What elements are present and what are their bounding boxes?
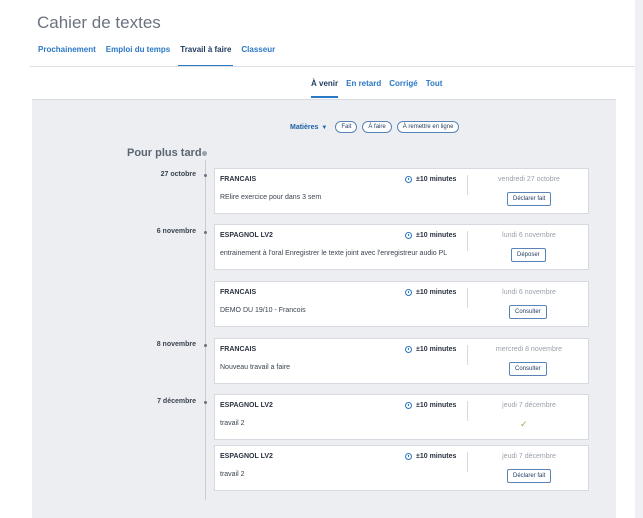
right-scroll-strip bbox=[635, 0, 643, 518]
date-label: 8 novembre bbox=[156, 341, 196, 348]
card-divider bbox=[467, 231, 468, 251]
clock-icon bbox=[405, 346, 412, 353]
card-divider bbox=[467, 288, 468, 308]
card-duration-label: ±10 minutes bbox=[416, 289, 457, 296]
clock-icon bbox=[405, 176, 412, 183]
tab-travail-a-faire[interactable]: Travail à faire bbox=[178, 45, 234, 67]
card-divider bbox=[467, 401, 468, 421]
view-button[interactable]: Consulter bbox=[509, 305, 547, 319]
homework-card[interactable]: ESPAGNOL LV2 travail 2 ±10 minutes jeudi… bbox=[214, 394, 589, 440]
card-divider bbox=[467, 175, 468, 195]
clock-icon bbox=[405, 232, 412, 239]
caret-down-icon: ▼ bbox=[321, 124, 328, 131]
date-marker bbox=[204, 401, 207, 404]
page: Cahier de textes Prochainement Emploi du… bbox=[0, 0, 635, 518]
sub-tabs: À venir En retard Corrigé Tout bbox=[311, 79, 450, 98]
card-due-date: jeudi 7 décembre bbox=[502, 402, 556, 409]
upload-button[interactable]: Déposer bbox=[511, 248, 546, 262]
card-description: entrainement à l'oral Enregistrer le tex… bbox=[220, 250, 448, 257]
card-divider bbox=[467, 452, 468, 472]
card-due-date: lundi 6 novembre bbox=[502, 232, 556, 239]
filter-a-faire[interactable]: À faire bbox=[362, 121, 392, 133]
card-subject: FRANCAIS bbox=[220, 289, 257, 296]
homework-card[interactable]: ESPAGNOL LV2 travail 2 ±10 minutes jeudi… bbox=[214, 445, 589, 491]
card-due-date: jeudi 7 décembre bbox=[502, 453, 556, 460]
homework-card[interactable]: ESPAGNOL LV2 entrainement à l'oral Enreg… bbox=[214, 224, 589, 270]
date-marker bbox=[204, 231, 207, 234]
tab-prochainement[interactable]: Prochainement bbox=[38, 45, 96, 67]
card-due-date: mercredi 8 novembre bbox=[495, 346, 563, 353]
filters-bar: Matières ▼ Fait À faire À remettre en lig… bbox=[290, 121, 464, 133]
card-duration: ±10 minutes bbox=[405, 176, 456, 183]
sub-tab-corrige[interactable]: Corrigé bbox=[389, 79, 417, 98]
sub-tab-tout[interactable]: Tout bbox=[426, 79, 443, 98]
card-subject: ESPAGNOL LV2 bbox=[220, 232, 273, 239]
card-duration: ±10 minutes bbox=[405, 402, 456, 409]
filter-a-remettre-en-ligne[interactable]: À remettre en ligne bbox=[396, 121, 460, 133]
sub-tab-en-retard[interactable]: En retard bbox=[346, 79, 381, 98]
timeline-line bbox=[205, 160, 206, 500]
card-subject: ESPAGNOL LV2 bbox=[220, 453, 273, 460]
date-marker bbox=[204, 344, 207, 347]
sub-tab-a-venir[interactable]: À venir bbox=[311, 79, 339, 98]
card-description: travail 2 bbox=[220, 420, 245, 427]
card-description: travail 2 bbox=[220, 471, 245, 478]
card-duration-label: ±10 minutes bbox=[416, 176, 457, 183]
card-duration: ±10 minutes bbox=[405, 453, 456, 460]
page-title: Cahier de textes bbox=[37, 13, 161, 32]
filter-fait[interactable]: Fait bbox=[335, 121, 358, 133]
subjects-dropdown[interactable]: Matières ▼ bbox=[290, 124, 327, 131]
homework-panel: À venir En retard Corrigé Tout Matières ▼… bbox=[32, 67, 616, 518]
card-description: DEMO DU 19/10 - Francois bbox=[220, 307, 306, 314]
homework-card[interactable]: FRANCAIS RElire exercice pour dans 3 sem… bbox=[214, 168, 589, 214]
card-description: Nouveau travail a faire bbox=[220, 364, 291, 371]
card-subject: FRANCAIS bbox=[220, 176, 257, 183]
tab-classeur[interactable]: Classeur bbox=[241, 45, 275, 67]
card-description: RElire exercice pour dans 3 sem bbox=[220, 194, 322, 201]
homework-card[interactable]: FRANCAIS Nouveau travail a faire ±10 min… bbox=[214, 338, 589, 384]
section-marker bbox=[202, 151, 207, 156]
card-duration-label: ±10 minutes bbox=[416, 346, 457, 353]
clock-icon bbox=[405, 289, 412, 296]
sub-tabs-bar: À venir En retard Corrigé Tout bbox=[32, 67, 616, 100]
card-due-date: lundi 6 novembre bbox=[502, 289, 556, 296]
tab-emploi-du-temps[interactable]: Emploi du temps bbox=[106, 45, 170, 67]
clock-icon bbox=[405, 453, 412, 460]
card-duration: ±10 minutes bbox=[405, 289, 456, 296]
checkmark-icon: ✓ bbox=[520, 419, 528, 429]
section-title: Pour plus tard bbox=[127, 147, 202, 159]
card-subject: FRANCAIS bbox=[220, 346, 257, 353]
date-label: 27 octobre bbox=[160, 171, 196, 178]
clock-icon bbox=[405, 402, 412, 409]
date-label: 7 décembre bbox=[157, 398, 196, 405]
homework-card[interactable]: FRANCAIS DEMO DU 19/10 - Francois ±10 mi… bbox=[214, 281, 589, 327]
card-duration: ±10 minutes bbox=[405, 346, 456, 353]
card-duration-label: ±10 minutes bbox=[416, 232, 457, 239]
declare-done-button[interactable]: Déclarer fait bbox=[507, 469, 552, 483]
date-label: 6 novembre bbox=[156, 228, 196, 235]
subjects-dropdown-label: Matières bbox=[290, 123, 319, 131]
date-marker bbox=[204, 174, 207, 177]
card-duration-label: ±10 minutes bbox=[416, 402, 457, 409]
card-duration-label: ±10 minutes bbox=[416, 453, 457, 460]
card-due-date: vendredi 27 octobre bbox=[498, 176, 560, 183]
card-divider bbox=[467, 345, 468, 365]
declare-done-button[interactable]: Déclarer fait bbox=[507, 192, 552, 206]
card-duration: ±10 minutes bbox=[405, 232, 456, 239]
main-tabs: Prochainement Emploi du temps Travail à … bbox=[38, 45, 285, 67]
view-button[interactable]: Consulter bbox=[509, 362, 547, 376]
card-subject: ESPAGNOL LV2 bbox=[220, 402, 273, 409]
